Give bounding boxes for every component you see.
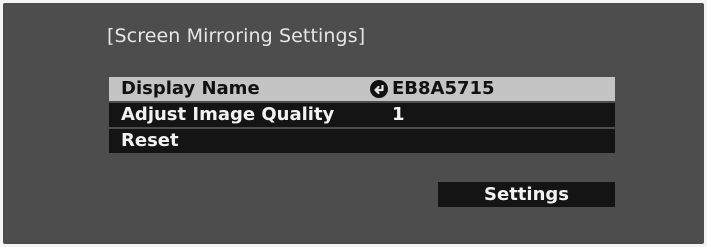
menu-item-value: EB8A5715 — [392, 78, 495, 99]
mirroring-settings-screen: [Screen Mirroring Settings] Display Name… — [3, 3, 704, 244]
menu-item-reset[interactable]: Reset — [109, 129, 615, 153]
menu-item-label: Adjust Image Quality — [121, 104, 335, 125]
enter-icon — [370, 80, 388, 98]
menu-item-adjust-image-quality[interactable]: Adjust Image Quality 1 — [109, 103, 615, 127]
menu-item-label: Reset — [121, 130, 179, 151]
page-title: [Screen Mirroring Settings] — [107, 25, 366, 47]
menu-item-label: Display Name — [121, 78, 260, 99]
menu-item-value: 1 — [392, 104, 405, 125]
menu-item-display-name[interactable]: Display Name EB8A5715 — [109, 77, 615, 101]
settings-menu: Display Name EB8A5715 Adjust Image Quali… — [109, 77, 615, 155]
settings-button[interactable]: Settings — [438, 182, 615, 207]
